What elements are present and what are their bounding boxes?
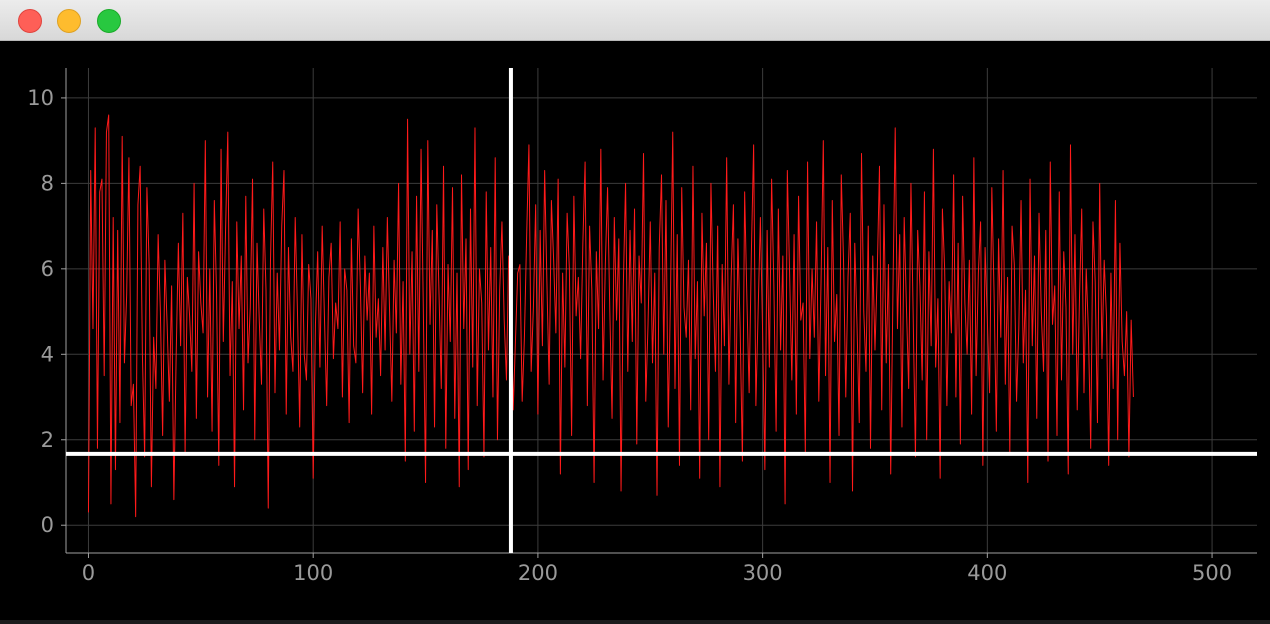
- plot-area[interactable]: 0 100 200 300 400 500 0 2 4 6 8 10: [0, 41, 1270, 620]
- maximize-window-button[interactable]: [97, 9, 121, 33]
- tick-labels: 0 100 200 300 400 500 0 2 4 6 8 10: [27, 86, 1232, 585]
- series-line: [87, 114, 1134, 518]
- x-tick-label: 0: [82, 561, 95, 585]
- y-tick-label: 2: [41, 428, 54, 452]
- y-tick-label: 8: [41, 171, 54, 195]
- series-layer: [87, 114, 1134, 518]
- y-tick-label: 4: [41, 342, 54, 366]
- x-tick-label: 400: [967, 561, 1007, 585]
- x-tick-label: 500: [1192, 561, 1232, 585]
- x-tick-label: 300: [743, 561, 783, 585]
- window-titlebar[interactable]: [0, 0, 1270, 41]
- x-tick-label: 200: [518, 561, 558, 585]
- app-window: 0 100 200 300 400 500 0 2 4 6 8 10: [0, 0, 1270, 620]
- minimize-window-button[interactable]: [57, 9, 81, 33]
- x-tick-label: 100: [293, 561, 333, 585]
- y-tick-label: 6: [41, 257, 54, 281]
- y-tick-label: 10: [27, 86, 54, 110]
- line-chart[interactable]: 0 100 200 300 400 500 0 2 4 6 8 10: [0, 41, 1270, 620]
- y-tick-label: 0: [41, 513, 54, 537]
- close-window-button[interactable]: [18, 9, 42, 33]
